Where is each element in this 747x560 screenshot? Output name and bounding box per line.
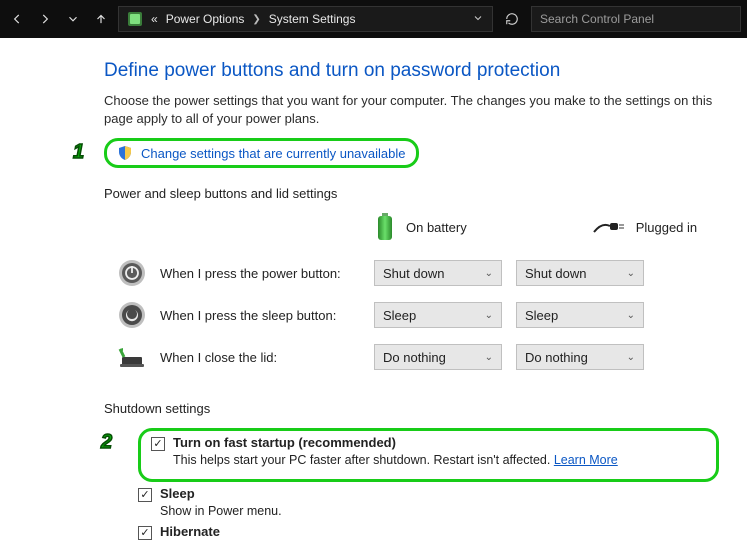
hibernate-checkbox[interactable]	[138, 526, 152, 540]
chevron-down-icon: ⌄	[627, 352, 635, 363]
select-value: Sleep	[383, 308, 416, 323]
setting-label: When I press the power button:	[160, 266, 360, 281]
power-button-icon	[118, 259, 146, 287]
breadcrumb-prefix: «	[151, 12, 158, 26]
select-value: Do nothing	[383, 350, 446, 365]
sleep-option-description: Show in Power menu.	[160, 504, 729, 518]
column-header-label: Plugged in	[636, 220, 697, 235]
search-input[interactable]: Search Control Panel	[531, 6, 741, 32]
select-value: Shut down	[525, 266, 586, 281]
nav-up-button[interactable]	[90, 8, 112, 30]
annotation-number: 2	[101, 431, 112, 454]
chevron-down-icon: ⌄	[627, 310, 635, 321]
setting-row-power-button: When I press the power button: Shut down…	[104, 259, 729, 287]
power-button-plugged-select[interactable]: Shut down ⌄	[516, 260, 644, 286]
chevron-down-icon: ⌄	[485, 310, 493, 321]
change-settings-link[interactable]: Change settings that are currently unava…	[141, 146, 406, 161]
laptop-lid-icon	[118, 343, 146, 371]
window-titlebar: « Power Options ❯ System Settings Search…	[0, 0, 747, 38]
select-value: Do nothing	[525, 350, 588, 365]
breadcrumb-separator-icon: ❯	[252, 14, 260, 25]
annotation-box-2: 2 Turn on fast startup (recommended) Thi…	[138, 428, 719, 482]
search-placeholder: Search Control Panel	[540, 12, 654, 26]
sleep-checkbox[interactable]	[138, 488, 152, 502]
plug-icon	[592, 220, 626, 234]
fast-startup-title: Turn on fast startup (recommended)	[173, 435, 396, 450]
page-body: Define power buttons and turn on passwor…	[0, 38, 747, 560]
chevron-down-icon: ⌄	[485, 352, 493, 363]
page-description: Choose the power settings that you want …	[104, 92, 729, 128]
address-bar[interactable]: « Power Options ❯ System Settings	[118, 6, 493, 32]
breadcrumb-item[interactable]: Power Options	[166, 12, 245, 26]
hibernate-option-title: Hibernate	[160, 524, 220, 539]
battery-icon	[374, 213, 396, 241]
page-title: Define power buttons and turn on passwor…	[104, 60, 729, 82]
sleep-option-title: Sleep	[160, 486, 195, 501]
close-lid-battery-select[interactable]: Do nothing ⌄	[374, 344, 502, 370]
sleep-button-battery-select[interactable]: Sleep ⌄	[374, 302, 502, 328]
nav-recent-button[interactable]	[62, 8, 84, 30]
section-title-shutdown: Shutdown settings	[104, 401, 729, 416]
select-value: Sleep	[525, 308, 558, 323]
address-dropdown-button[interactable]	[472, 12, 484, 27]
annotation-number: 1	[73, 141, 84, 164]
shutdown-settings-list: 2 Turn on fast startup (recommended) Thi…	[124, 428, 729, 540]
nav-back-button[interactable]	[6, 8, 28, 30]
fast-startup-checkbox[interactable]	[151, 437, 165, 451]
setting-row-sleep-button: When I press the sleep button: Sleep ⌄ S…	[104, 301, 729, 329]
sleep-button-icon	[118, 301, 146, 329]
chevron-down-icon: ⌄	[485, 268, 493, 279]
close-lid-plugged-select[interactable]: Do nothing ⌄	[516, 344, 644, 370]
control-panel-icon	[127, 11, 143, 27]
learn-more-link[interactable]: Learn More	[554, 453, 618, 467]
refresh-button[interactable]	[499, 12, 525, 26]
annotation-box-1: 1 Change settings that are currently una…	[104, 138, 419, 168]
column-header-label: On battery	[406, 220, 467, 235]
column-header-battery: On battery	[374, 213, 467, 241]
nav-forward-button[interactable]	[34, 8, 56, 30]
column-header-plugged: Plugged in	[592, 220, 697, 235]
setting-label: When I close the lid:	[160, 350, 360, 365]
column-headers: On battery Plugged in	[374, 213, 729, 241]
setting-row-close-lid: When I close the lid: Do nothing ⌄ Do no…	[104, 343, 729, 371]
shield-icon	[117, 145, 133, 161]
power-button-battery-select[interactable]: Shut down ⌄	[374, 260, 502, 286]
fast-startup-description: This helps start your PC faster after sh…	[173, 453, 706, 467]
chevron-down-icon: ⌄	[627, 268, 635, 279]
select-value: Shut down	[383, 266, 444, 281]
section-title-buttons: Power and sleep buttons and lid settings	[104, 186, 729, 201]
sleep-button-plugged-select[interactable]: Sleep ⌄	[516, 302, 644, 328]
setting-label: When I press the sleep button:	[160, 308, 360, 323]
breadcrumb-item[interactable]: System Settings	[269, 12, 356, 26]
